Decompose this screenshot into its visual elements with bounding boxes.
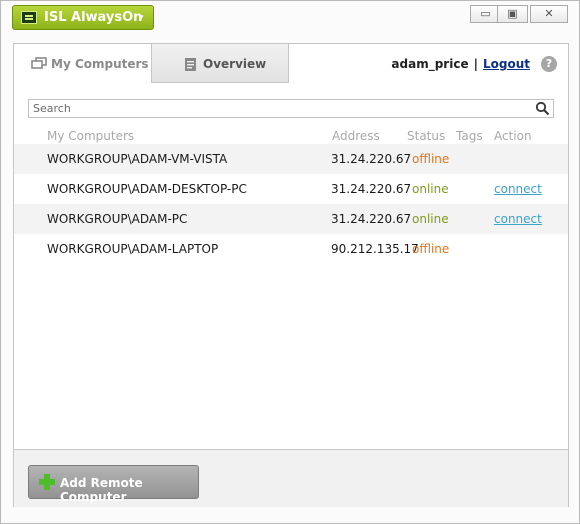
computer-address: 31.24.220.67: [331, 152, 412, 166]
restore-button[interactable]: ▣: [497, 5, 528, 23]
app-window: ISL AlwaysOn ▾ ▭ ▣ ✕ My Computers Overvi…: [0, 0, 580, 524]
status-badge: offline: [412, 242, 450, 256]
computer-name: WORKGROUP\ADAM-DESKTOP-PC: [47, 182, 247, 196]
table-row[interactable]: WORKGROUP\ADAM-LAPTOP 90.212.135.17 offl…: [14, 234, 568, 264]
table-row[interactable]: WORKGROUP\ADAM-VM-VISTA 31.24.220.67 off…: [14, 144, 568, 174]
search-input[interactable]: Search: [28, 99, 554, 118]
connect-link[interactable]: connect: [494, 212, 542, 226]
main-panel: My Computers Overview adam_price | Logout …: [13, 43, 569, 507]
table-row[interactable]: WORKGROUP\ADAM-DESKTOP-PC 31.24.220.67 o…: [14, 174, 568, 204]
add-remote-computer-button[interactable]: Add Remote Computer: [28, 465, 199, 504]
logout-link[interactable]: Logout: [483, 57, 530, 71]
isl-logo-icon: [21, 11, 37, 24]
username: adam_price: [391, 57, 469, 71]
app-title: ISL AlwaysOn: [44, 10, 143, 25]
status-badge: online: [412, 182, 449, 196]
computer-name: WORKGROUP\ADAM-LAPTOP: [47, 242, 219, 256]
computer-name: WORKGROUP\ADAM-PC: [47, 212, 188, 226]
minimize-icon: ▭: [480, 7, 491, 20]
chevron-down-icon: ▾: [139, 13, 144, 23]
tab-overview[interactable]: Overview: [151, 44, 289, 83]
computers-icon: [31, 57, 47, 69]
search-icon[interactable]: [535, 101, 550, 116]
footer-bar: Add Remote Computer: [14, 449, 568, 507]
status-badge: online: [412, 212, 449, 226]
app-menu-button[interactable]: ISL AlwaysOn ▾: [12, 5, 154, 30]
computer-name: WORKGROUP\ADAM-VM-VISTA: [47, 152, 228, 166]
tab-label: Overview: [203, 57, 267, 71]
separator: |: [473, 57, 478, 71]
help-icon[interactable]: ?: [541, 56, 557, 72]
col-header-tags[interactable]: Tags: [456, 129, 483, 143]
table-row[interactable]: WORKGROUP\ADAM-PC 31.24.220.67 online co…: [14, 204, 568, 234]
document-icon: [185, 58, 196, 71]
tab-my-computers[interactable]: My Computers: [14, 44, 151, 83]
computer-address: 31.24.220.67: [331, 182, 412, 196]
status-badge: offline: [412, 152, 450, 166]
tab-label: My Computers: [51, 57, 149, 71]
connect-link[interactable]: connect: [494, 182, 542, 196]
user-bar: adam_price | Logout: [391, 57, 530, 71]
col-header-status[interactable]: Status: [407, 129, 445, 143]
restore-icon: ▣: [507, 7, 518, 20]
add-button-label: Add Remote Computer: [60, 476, 143, 504]
computer-address: 90.212.135.17: [331, 242, 419, 256]
computer-address: 31.24.220.67: [331, 212, 412, 226]
close-icon: ✕: [544, 7, 554, 20]
search-placeholder: Search: [33, 102, 71, 115]
col-header-name[interactable]: My Computers: [47, 129, 134, 143]
col-header-address[interactable]: Address: [332, 129, 380, 143]
col-header-action[interactable]: Action: [494, 129, 532, 143]
close-button[interactable]: ✕: [530, 5, 568, 23]
plus-icon: [39, 474, 55, 490]
